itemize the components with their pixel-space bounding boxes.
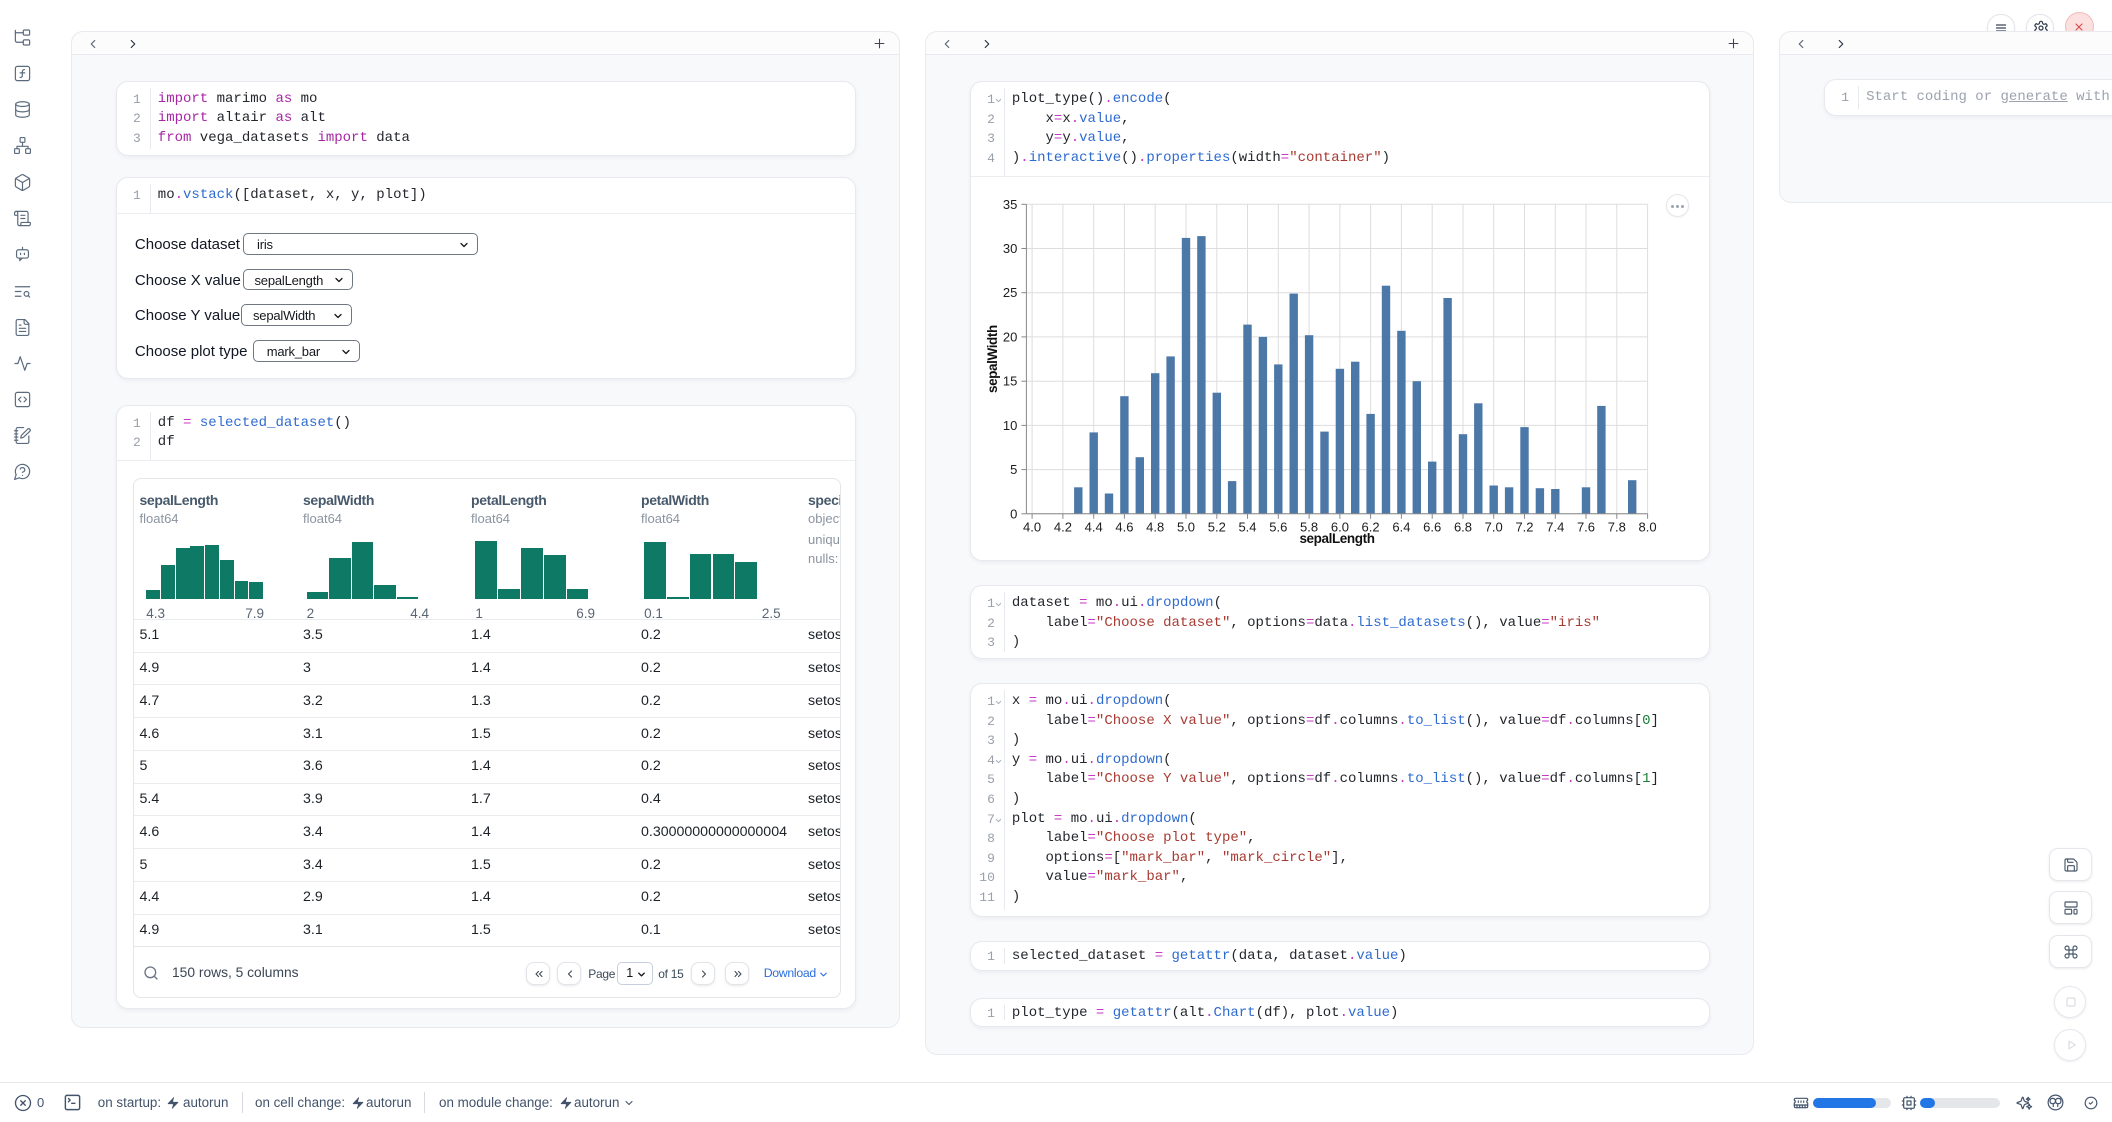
svg-text:7.6: 7.6 (1577, 519, 1595, 534)
svg-text:5.2: 5.2 (1208, 519, 1226, 534)
svg-text:4.2: 4.2 (1054, 519, 1072, 534)
svg-text:6.4: 6.4 (1392, 519, 1410, 534)
svg-text:6.6: 6.6 (1423, 519, 1441, 534)
svg-text:4.0: 4.0 (1023, 519, 1041, 534)
svg-text:5.6: 5.6 (1269, 519, 1287, 534)
svg-text:7.4: 7.4 (1546, 519, 1564, 534)
svg-text:8.0: 8.0 (1638, 519, 1656, 534)
svg-text:7.8: 7.8 (1608, 519, 1626, 534)
svg-text:5: 5 (1010, 462, 1017, 477)
svg-text:sepalWidth: sepalWidth (985, 325, 1000, 393)
svg-text:15: 15 (1003, 373, 1017, 388)
svg-text:35: 35 (1003, 196, 1017, 211)
svg-text:7.0: 7.0 (1485, 519, 1503, 534)
svg-text:30: 30 (1003, 241, 1017, 256)
svg-text:sepalLength: sepalLength (1299, 531, 1374, 546)
svg-text:4.4: 4.4 (1085, 519, 1103, 534)
svg-text:6.8: 6.8 (1454, 519, 1472, 534)
svg-text:20: 20 (1003, 329, 1017, 344)
svg-text:25: 25 (1003, 285, 1017, 300)
svg-text:4.8: 4.8 (1146, 519, 1164, 534)
svg-text:5.0: 5.0 (1177, 519, 1195, 534)
svg-text:0: 0 (1010, 506, 1017, 521)
svg-text:5.4: 5.4 (1238, 519, 1256, 534)
svg-text:4.6: 4.6 (1115, 519, 1133, 534)
svg-text:7.2: 7.2 (1515, 519, 1533, 534)
svg-text:10: 10 (1003, 417, 1017, 432)
